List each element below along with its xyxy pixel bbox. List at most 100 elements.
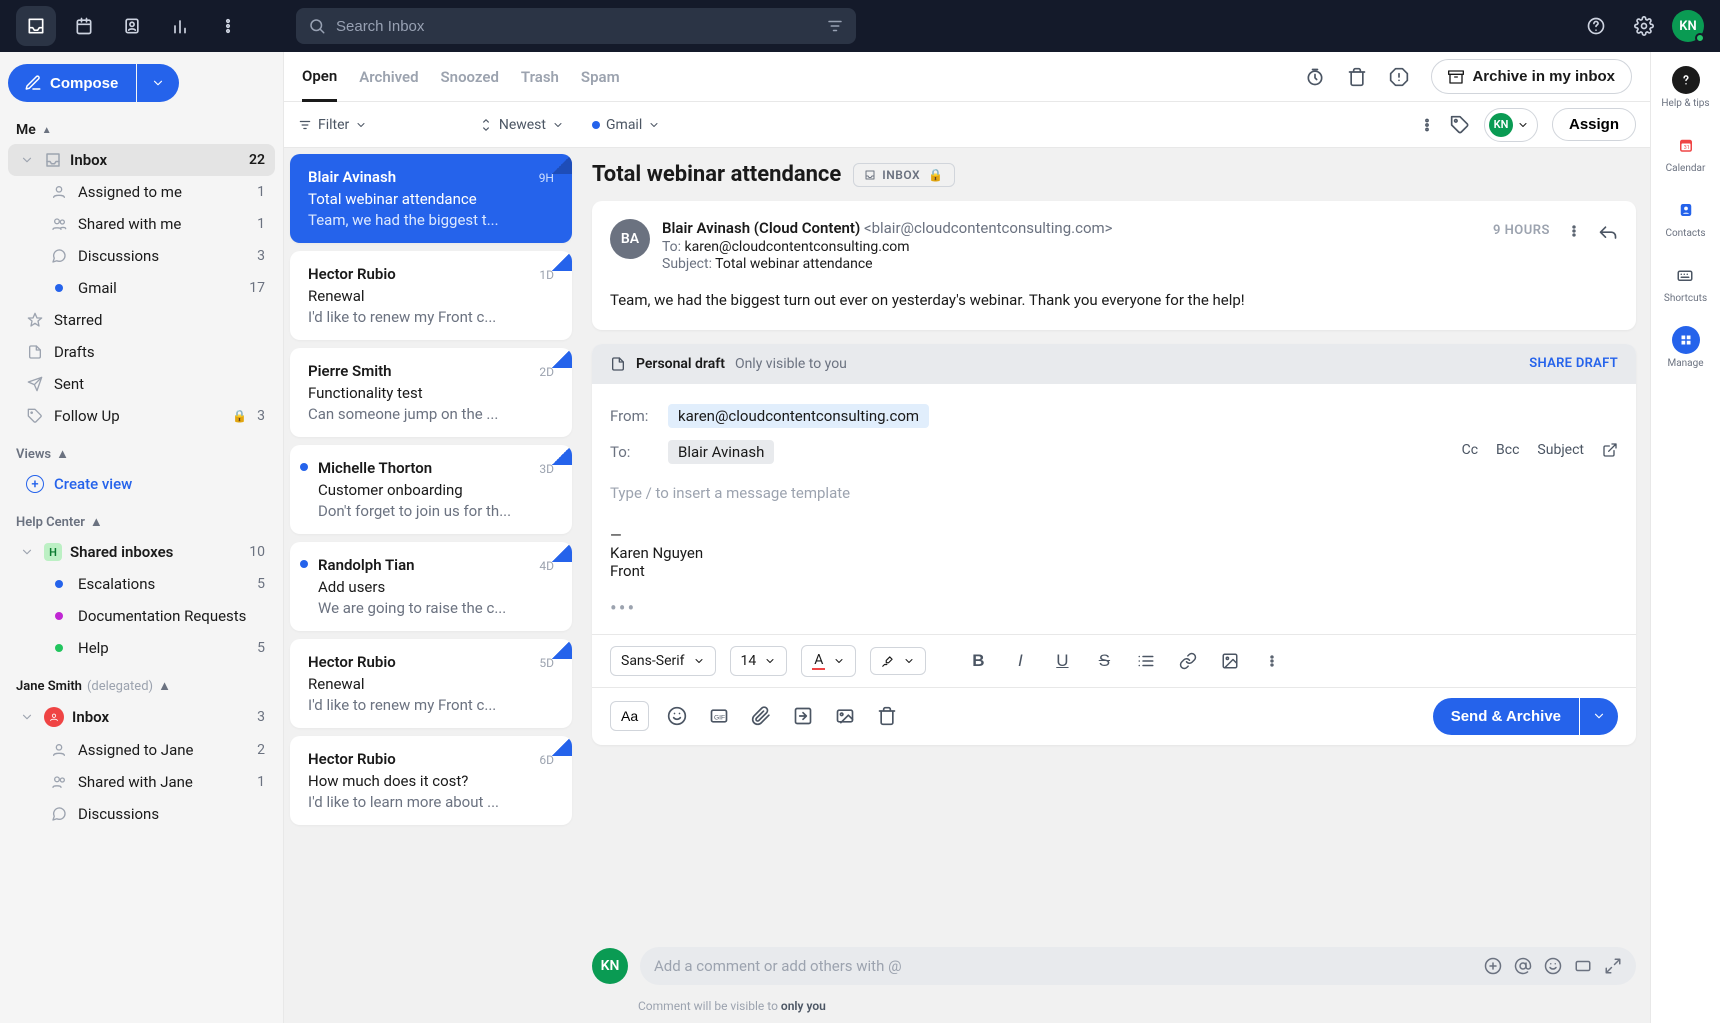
compose-button[interactable]: Compose <box>8 64 136 102</box>
send-archive-button[interactable]: Send & Archive <box>1433 698 1579 735</box>
conversation-item[interactable]: Hector Rubio5DRenewalI'd like to renew m… <box>290 639 572 728</box>
sidebar-item-inbox[interactable]: Inbox22 <box>8 144 275 176</box>
more-actions-icon[interactable] <box>1418 116 1436 134</box>
archive-button[interactable]: Archive in my inbox <box>1431 59 1632 94</box>
sidebar-item-drafts[interactable]: Drafts <box>8 336 275 368</box>
sidebar-item-gmail[interactable]: Gmail17 <box>8 272 275 304</box>
nav-more-icon[interactable] <box>208 6 248 46</box>
image-button[interactable] <box>1216 647 1244 675</box>
emoji-icon[interactable] <box>1544 957 1562 975</box>
compose-dropdown-button[interactable] <box>137 64 179 102</box>
rail-calendar[interactable]: 31Calendar <box>1666 131 1706 174</box>
assign-button[interactable]: Assign <box>1552 108 1636 141</box>
create-view-button[interactable]: +Create view <box>8 468 275 500</box>
sidebar-item-jane-inbox[interactable]: Inbox 3 <box>8 700 275 734</box>
help-icon[interactable] <box>1576 6 1616 46</box>
sort-button[interactable]: Newest <box>479 117 564 133</box>
strikethrough-button[interactable]: S <box>1090 647 1118 675</box>
sidebar-section-delegated[interactable]: Jane Smith (delegated) ▲ <box>8 664 275 700</box>
rail-shortcuts[interactable]: Shortcuts <box>1664 261 1707 304</box>
insert-image-button[interactable] <box>831 702 859 730</box>
snooze-action-icon[interactable] <box>1305 67 1325 87</box>
list-button[interactable] <box>1132 647 1160 675</box>
conversation-item[interactable]: Pierre Smith2DFunctionality testCan some… <box>290 348 572 437</box>
rail-contacts[interactable]: Contacts <box>1665 196 1705 239</box>
sidebar-item-documentation-requests[interactable]: Documentation Requests <box>8 600 275 632</box>
to-chip[interactable]: Blair Avinash <box>668 440 774 464</box>
font-color-select[interactable]: A <box>801 645 856 677</box>
tab-archived[interactable]: Archived <box>359 54 418 100</box>
text-format-toggle[interactable]: Aa <box>610 701 649 731</box>
search-filter-icon[interactable] <box>826 17 844 35</box>
assignee-chip[interactable]: KN <box>1484 108 1538 142</box>
search-input[interactable] <box>336 18 816 35</box>
channel-selector[interactable]: Gmail <box>592 117 660 133</box>
conversation-item[interactable]: Hector Rubio1DRenewalI'd like to renew m… <box>290 251 572 340</box>
nav-calendar-icon[interactable] <box>64 6 104 46</box>
trash-action-icon[interactable] <box>1347 67 1367 87</box>
sidebar-section-views[interactable]: Views ▲ <box>8 432 275 468</box>
reply-icon[interactable] <box>1598 223 1618 243</box>
send-options-button[interactable] <box>1580 698 1618 735</box>
user-avatar[interactable]: KN <box>1672 10 1704 42</box>
nav-contacts-icon[interactable] <box>112 6 152 46</box>
sidebar-item-jane-discussions[interactable]: Discussions <box>8 798 275 830</box>
sidebar-item-escalations[interactable]: Escalations5 <box>8 568 275 600</box>
underline-button[interactable]: U <box>1048 647 1076 675</box>
quoted-text-toggle[interactable]: ••• <box>610 596 1618 620</box>
mention-icon[interactable] <box>1514 957 1532 975</box>
sidebar-item-discussions[interactable]: Discussions3 <box>8 240 275 272</box>
popout-icon[interactable] <box>1602 442 1618 462</box>
italic-button[interactable]: I <box>1006 647 1034 675</box>
sidebar-header-me[interactable]: Me▲ <box>8 116 275 144</box>
sidebar-item-starred[interactable]: Starred <box>8 304 275 336</box>
conversation-item[interactable]: Michelle Thorton3DCustomer onboardingDon… <box>290 445 572 534</box>
template-button[interactable] <box>789 702 817 730</box>
highlight-color-select[interactable] <box>870 647 926 675</box>
rail-help-tips[interactable]: Help & tips <box>1661 66 1709 109</box>
sidebar-item-help[interactable]: Help5 <box>8 632 275 664</box>
nav-analytics-icon[interactable] <box>160 6 200 46</box>
subject-button[interactable]: Subject <box>1537 442 1584 462</box>
tab-spam[interactable]: Spam <box>581 54 620 100</box>
from-chip[interactable]: karen@cloudcontentconsulting.com <box>668 404 929 428</box>
spam-action-icon[interactable] <box>1389 67 1409 87</box>
sidebar-item-sent[interactable]: Sent <box>8 368 275 400</box>
sidebar-section-help-center[interactable]: Help Center ▲ <box>8 500 275 536</box>
tag-action-icon[interactable] <box>1450 115 1470 135</box>
discard-draft-button[interactable] <box>873 702 901 730</box>
share-draft-button[interactable]: SHARE DRAFT <box>1529 356 1618 371</box>
email-more-icon[interactable] <box>1566 223 1582 239</box>
expand-icon[interactable] <box>1604 957 1622 975</box>
cc-button[interactable]: Cc <box>1462 442 1478 462</box>
format-more-icon[interactable] <box>1258 647 1286 675</box>
conversation-item[interactable]: Randolph Tian4DAdd usersWe are going to … <box>290 542 572 631</box>
sidebar-item-shared-with-jane[interactable]: Shared with Jane1 <box>8 766 275 798</box>
filter-button[interactable]: Filter <box>298 117 367 133</box>
bcc-button[interactable]: Bcc <box>1496 442 1519 462</box>
tab-open[interactable]: Open <box>302 53 337 102</box>
font-family-select[interactable]: Sans-Serif <box>610 646 716 676</box>
sidebar-item-follow-up[interactable]: Follow Up🔒3 <box>8 400 275 432</box>
sidebar-item-assigned-to-jane[interactable]: Assigned to Jane2 <box>8 734 275 766</box>
search-bar[interactable] <box>296 8 856 44</box>
gif-icon[interactable] <box>1574 957 1592 975</box>
attach-button[interactable] <box>747 702 775 730</box>
add-icon[interactable] <box>1484 957 1502 975</box>
draft-body-editor[interactable]: Type / to insert a message template — Ka… <box>592 470 1636 634</box>
rail-manage[interactable]: Manage <box>1667 326 1703 369</box>
sidebar-item-shared-inboxes[interactable]: H Shared inboxes 10 <box>8 536 275 568</box>
emoji-button[interactable] <box>663 702 691 730</box>
font-size-select[interactable]: 14 <box>730 646 788 676</box>
link-button[interactable] <box>1174 647 1202 675</box>
conversation-item[interactable]: Hector Rubio6DHow much does it cost?I'd … <box>290 736 572 825</box>
comment-input[interactable]: Add a comment or add others with @ <box>640 947 1636 985</box>
gif-button[interactable]: GIF <box>705 702 733 730</box>
sidebar-item-shared-with-me[interactable]: Shared with me1 <box>8 208 275 240</box>
conversation-item[interactable]: Blair Avinash9HTotal webinar attendanceT… <box>290 154 572 243</box>
tab-snoozed[interactable]: Snoozed <box>441 54 499 100</box>
tab-trash[interactable]: Trash <box>521 54 559 100</box>
sidebar-item-assigned-to-me[interactable]: Assigned to me1 <box>8 176 275 208</box>
settings-icon[interactable] <box>1624 6 1664 46</box>
bold-button[interactable]: B <box>964 647 992 675</box>
